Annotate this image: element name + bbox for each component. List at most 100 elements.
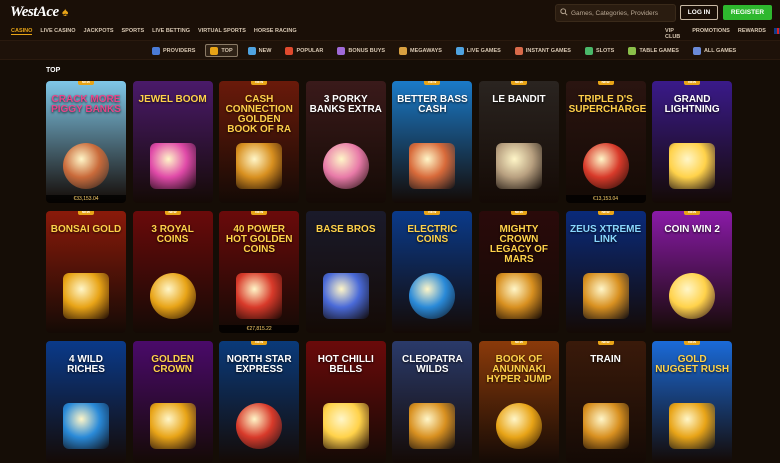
game-tile[interactable]: NEW COIN WIN 2 xyxy=(652,211,733,333)
game-title: GRAND LIGHTNING xyxy=(664,94,720,115)
category-label: TOP xyxy=(221,47,233,54)
new-badge: NEW xyxy=(597,211,614,215)
game-artwork xyxy=(322,143,369,189)
nav-sports[interactable]: SPORTS xyxy=(122,28,145,35)
category-slots-icon xyxy=(584,46,593,55)
nav-casino[interactable]: CASINO xyxy=(11,28,33,35)
game-tile[interactable]: NEW BONSAI GOLD xyxy=(46,211,126,333)
site-logo[interactable]: WestAce ♠ xyxy=(10,4,68,21)
nav-left: CASINO LIVE CASINO JACKPOTS SPORTS LIVE … xyxy=(11,28,297,35)
game-artwork xyxy=(149,403,196,449)
game-tile[interactable]: NEW 40 POWER HOT GOLDEN COINS €27,815.22 xyxy=(219,211,300,333)
search-placeholder: Games, Categories, Providers xyxy=(571,10,659,17)
game-tile[interactable]: NEW CRACK MORE PIGGY BANKS €33,153.04 xyxy=(46,81,126,203)
jackpot-amount: €27,815.22 xyxy=(219,325,300,333)
category-label: INSTANT GAMES xyxy=(525,47,571,54)
nav-live-betting[interactable]: LIVE BETTING xyxy=(152,28,190,35)
game-artwork xyxy=(149,143,196,189)
category-instant-games[interactable]: INSTANT GAMES xyxy=(511,44,575,57)
game-artwork xyxy=(669,143,716,189)
game-title: 3 ROYAL COINS xyxy=(151,224,194,245)
game-artwork xyxy=(236,403,283,449)
game-tile[interactable]: NEW MIGHTY CROWN LEGACY OF MARS xyxy=(478,211,559,333)
new-badge: NEW xyxy=(78,81,94,85)
game-title: BETTER BASS CASH xyxy=(397,94,468,115)
game-tile[interactable]: NEW GOLD NUGGET RUSH xyxy=(652,341,733,463)
game-artwork xyxy=(409,273,456,319)
game-tile[interactable]: NEW TRAIN xyxy=(565,341,646,463)
category-label: NEW xyxy=(258,47,272,54)
game-title: LE BANDIT xyxy=(492,94,546,105)
category-new[interactable]: NEW xyxy=(244,44,276,57)
new-badge: NEW xyxy=(684,81,701,85)
game-tile[interactable]: CLEOPATRA WILDS xyxy=(392,341,473,463)
game-tile[interactable]: NEW BETTER BASS CASH xyxy=(392,81,473,203)
category-new-icon xyxy=(247,46,256,55)
game-artwork xyxy=(582,273,629,319)
category-top[interactable]: TOP xyxy=(205,44,238,57)
search-icon xyxy=(560,8,568,16)
game-title: ZEUS XTREME LINK xyxy=(570,224,642,245)
new-badge: NEW xyxy=(597,341,614,345)
game-title: MIGHTY CROWN LEGACY OF MARS xyxy=(489,224,549,265)
game-tile[interactable]: JEWEL BOOM xyxy=(132,81,213,203)
game-title: CRACK MORE PIGGY BANKS xyxy=(51,94,121,115)
game-tile[interactable]: HOT CHILLI BELLS xyxy=(305,341,386,463)
nav-horse-racing[interactable]: HORSE RACING xyxy=(254,28,297,35)
game-artwork xyxy=(63,403,109,449)
category-megaways-icon xyxy=(399,46,408,55)
category-megaways[interactable]: MEGAWAYS xyxy=(395,44,446,57)
game-artwork xyxy=(495,143,542,189)
game-tile[interactable]: NEW ZEUS XTREME LINK xyxy=(565,211,646,333)
category-popular[interactable]: POPULAR xyxy=(281,44,327,57)
category-all-games[interactable]: ALL GAMES xyxy=(689,44,740,57)
nav-jackpots[interactable]: JACKPOTS xyxy=(84,28,114,35)
language-flag-icon[interactable] xyxy=(773,28,780,34)
game-artwork xyxy=(669,403,716,449)
game-title: TRAIN xyxy=(590,354,621,365)
jackpot-amount: €13,153.04 xyxy=(565,195,646,203)
game-tile[interactable]: NEW BOOK OF ANUNNAKI HYPER JUMP xyxy=(478,341,559,463)
category-popular-icon xyxy=(285,46,294,55)
game-artwork xyxy=(236,143,283,189)
category-list: PROVIDERS TOP NEW POPULAR BONUS BUYS MEGAWAYS… xyxy=(148,44,740,57)
game-tile[interactable]: NEW 3 ROYAL COINS xyxy=(132,211,213,333)
game-title: JEWEL BOOM xyxy=(138,94,207,105)
game-title: BOOK OF ANUNNAKI HYPER JUMP xyxy=(486,354,552,385)
nav-rewards[interactable]: REWARDS xyxy=(738,28,766,40)
nav-vip-club[interactable]: VIP CLUB xyxy=(665,28,684,40)
game-tile[interactable]: NEW TRIPLE D'S SUPERCHARGE €13,153.04 xyxy=(565,81,646,203)
category-bonus-buys[interactable]: BONUS BUYS xyxy=(333,44,389,57)
game-tile[interactable]: NEW NORTH STAR EXPRESS xyxy=(219,341,300,463)
new-badge: NEW xyxy=(510,81,527,85)
game-artwork xyxy=(63,143,109,189)
category-providers[interactable]: PROVIDERS xyxy=(148,44,199,57)
game-tile[interactable]: NEW CASH CONNECTION GOLDEN BOOK OF RA xyxy=(219,81,300,203)
game-tile[interactable]: 3 PORKY BANKS EXTRA xyxy=(305,81,386,203)
spade-icon: ♠ xyxy=(61,5,68,19)
category-slots[interactable]: SLOTS xyxy=(581,44,618,57)
register-button[interactable]: REGISTER xyxy=(723,5,772,20)
new-badge: NEW xyxy=(78,211,94,215)
game-tile[interactable]: NEW LE BANDIT xyxy=(478,81,559,203)
category-bonus-buys-icon xyxy=(337,46,346,55)
game-tile[interactable]: NEW GRAND LIGHTNING xyxy=(652,81,733,203)
game-tile[interactable]: GOLDEN CROWN xyxy=(132,341,213,463)
login-button[interactable]: LOG IN xyxy=(680,5,718,20)
new-badge: NEW xyxy=(164,211,181,215)
new-badge: NEW xyxy=(424,211,441,215)
game-tile[interactable]: 4 WILD RICHES xyxy=(46,341,126,463)
nav-live-casino[interactable]: LIVE CASINO xyxy=(40,28,75,35)
search-input[interactable]: Games, Categories, Providers xyxy=(555,4,676,22)
game-artwork xyxy=(582,403,629,449)
new-badge: NEW xyxy=(510,341,527,345)
game-tile[interactable]: NEW ELECTRIC COINS xyxy=(392,211,473,333)
game-tile[interactable]: BASE BROS xyxy=(305,211,386,333)
game-title: GOLDEN CROWN xyxy=(151,354,194,375)
category-table-games[interactable]: TABLE GAMES xyxy=(624,44,683,57)
category-live-games[interactable]: LIVE GAMES xyxy=(452,44,505,57)
section-title: TOP xyxy=(46,67,61,74)
nav-virtual-sports[interactable]: VIRTUAL SPORTS xyxy=(198,28,246,35)
game-title: BASE BROS xyxy=(316,224,376,235)
nav-promotions[interactable]: PROMOTIONS xyxy=(692,28,730,40)
